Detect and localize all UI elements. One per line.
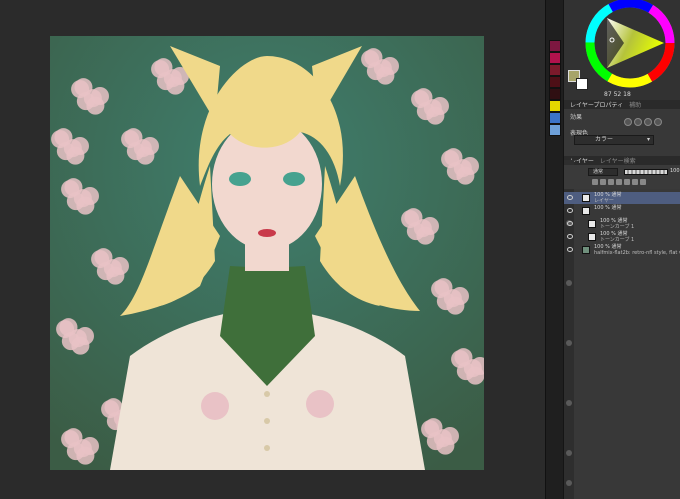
layer-row[interactable]: 100 % 通常 halfmix-flat2b: retro-nfl style,… [564, 244, 680, 256]
flower-blossom [133, 139, 152, 158]
flower-blossom [73, 439, 92, 458]
layer-row[interactable]: 100 % 通常 レイヤー [564, 192, 680, 204]
layer-toolbar: 通常 100 [564, 165, 680, 189]
canvas-workspace[interactable] [0, 0, 545, 499]
rail-icon[interactable] [566, 450, 572, 456]
lock-transparent-icon[interactable] [616, 179, 622, 185]
effect-tone-button[interactable] [634, 118, 642, 126]
rail-icon[interactable] [566, 340, 572, 346]
layer-property-header: レイヤープロパティ 補助 [564, 100, 680, 109]
layer-row[interactable]: 100 % 通常 トーンカーブ 1 [564, 218, 680, 230]
rail-icon[interactable] [566, 400, 572, 406]
eye-icon[interactable] [567, 195, 573, 200]
flower-blossom [433, 429, 452, 448]
layer-thumbnail [582, 194, 590, 202]
button [264, 418, 270, 424]
embroidered-flower-right [306, 390, 334, 418]
clip-studio-window: 87 52 18 レイヤープロパティ 補助 効果 表現色 カラー ▾ レイヤー … [0, 0, 680, 499]
rail-icon[interactable] [566, 280, 572, 286]
color-swatch[interactable] [549, 124, 561, 136]
embroidered-flower-left [201, 392, 229, 420]
button [264, 445, 270, 451]
flower-blossom [453, 159, 472, 178]
flower-blossom [103, 259, 122, 278]
color-swatch[interactable] [549, 76, 561, 88]
flower-blossom [413, 219, 432, 238]
effect-border-button[interactable] [624, 118, 632, 126]
clip-icon[interactable] [592, 179, 598, 185]
effect-label: 効果 [570, 114, 583, 121]
effect-color-button[interactable] [644, 118, 652, 126]
readout-s: 52 [613, 91, 622, 98]
flower-blossom [163, 69, 182, 88]
layer-row[interactable]: 100 % 通常 [564, 205, 680, 217]
layer-list: 100 % 通常 レイヤー 100 % 通常 100 % 通常 トーンカーブ 1 100 … [564, 192, 680, 262]
layer-panel-header: レイヤー レイヤー検索 [564, 156, 680, 165]
flower-blossom [83, 89, 102, 108]
layer-thumbnail [588, 233, 596, 241]
effect-buttons [624, 118, 662, 126]
color-swatch[interactable] [549, 52, 561, 64]
lips [258, 229, 276, 237]
color-swatch[interactable] [549, 64, 561, 76]
color-set-strip [545, 0, 563, 499]
flower-blossom [68, 329, 87, 348]
flower-blossom [63, 139, 82, 158]
layer-thumbnail [582, 246, 590, 254]
artwork-canvas[interactable] [50, 36, 484, 470]
opacity-value: 100 [670, 168, 680, 174]
layer-subtitle: halfmix-flat2b: retro-nfl style, flat ve… [594, 250, 680, 256]
layer-subtitle: トーンカーブ 1 [600, 224, 635, 230]
eye-icon[interactable] [567, 221, 573, 226]
layer-row[interactable]: 100 % 通常 トーンカーブ 1 [564, 231, 680, 243]
layer-thumbnail [588, 220, 596, 228]
right-dock: 87 52 18 レイヤープロパティ 補助 効果 表現色 カラー ▾ レイヤー … [563, 0, 680, 499]
eye-icon[interactable] [567, 247, 573, 252]
mask-icon[interactable] [624, 179, 630, 185]
expression-color-select[interactable]: カラー ▾ [574, 135, 654, 145]
blend-mode-select[interactable]: 通常 [588, 168, 618, 176]
readout-h: 87 [604, 91, 612, 98]
main-sub-color-indicator[interactable] [568, 70, 590, 92]
layer-name: 100 % 通常 [594, 205, 622, 211]
eye-icon[interactable] [567, 208, 573, 213]
button [264, 391, 270, 397]
eye-icon[interactable] [567, 234, 573, 239]
layer-subtitle: トーンカーブ 1 [600, 237, 635, 243]
tab-layer-property[interactable]: レイヤープロパティ [570, 100, 623, 109]
color-swatch[interactable] [549, 40, 561, 52]
layer-subtitle: レイヤー [594, 198, 614, 204]
layer-thumbnail [582, 207, 590, 215]
palette-icon[interactable] [640, 179, 646, 185]
color-swatch[interactable] [549, 100, 561, 112]
layer-tool-icons [592, 179, 646, 185]
effect-extra-button[interactable] [654, 118, 662, 126]
color-wheel-panel: 87 52 18 [564, 0, 680, 100]
readout-v: 18 [623, 91, 631, 98]
tab-sub-tool[interactable]: 補助 [629, 100, 641, 109]
flower-blossom [443, 289, 462, 308]
color-swatch[interactable] [549, 88, 561, 100]
opacity-slider[interactable] [624, 169, 668, 175]
expression-color-value: カラー [595, 136, 614, 143]
anime-girl-illustration [50, 36, 484, 470]
flower-blossom [463, 359, 482, 378]
color-swatch[interactable] [549, 112, 561, 124]
color-readout: 87 52 18 [604, 91, 631, 98]
ruler-icon[interactable] [632, 179, 638, 185]
right-eye [283, 172, 305, 186]
flower-blossom [423, 99, 442, 118]
chevron-down-icon: ▾ [646, 136, 650, 143]
lock-icon[interactable] [608, 179, 614, 185]
flower-blossom [73, 189, 92, 208]
rail-icon[interactable] [566, 480, 572, 486]
blend-mode-value: 通常 [593, 169, 604, 175]
reference-icon[interactable] [600, 179, 606, 185]
left-eye [229, 172, 251, 186]
tab-layer-search[interactable]: レイヤー検索 [600, 156, 636, 165]
flower-blossom [373, 59, 392, 78]
